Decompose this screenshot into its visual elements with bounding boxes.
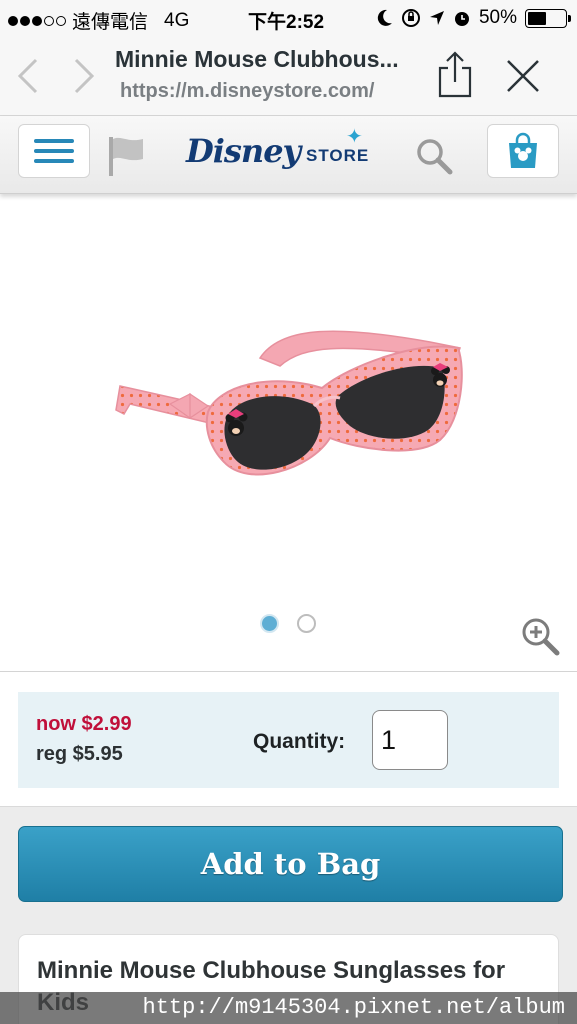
- divider: [0, 671, 577, 672]
- shopping-bag-icon[interactable]: [487, 124, 559, 178]
- logo-disney-text: Disney: [186, 132, 301, 170]
- quantity-input[interactable]: [372, 710, 448, 770]
- product-image[interactable]: [100, 310, 480, 500]
- status-bar: 遠傳電信 4G 下午2:52 50%: [0, 0, 577, 36]
- signal-strength-icon: [8, 15, 66, 26]
- sale-price: now $2.99: [36, 713, 132, 735]
- watermark-text: http://m9145304.pixnet.net/album: [0, 992, 577, 1024]
- page-url[interactable]: https://m.disneystore.com/: [120, 80, 375, 103]
- orientation-lock-icon: [401, 9, 420, 27]
- status-left: 遠傳電信 4G: [8, 7, 189, 34]
- disney-store-logo[interactable]: Disney STORE ✦: [186, 124, 396, 186]
- alarm-clock-icon: [454, 12, 469, 26]
- battery-icon: [525, 8, 571, 28]
- carousel-dot-1[interactable]: [260, 614, 279, 633]
- quantity-label: Quantity:: [253, 730, 346, 753]
- add-to-bag-label: Add to Bag: [200, 847, 381, 881]
- status-right: 50%: [377, 7, 571, 29]
- flag-icon[interactable]: [106, 134, 146, 178]
- page-title[interactable]: Minnie Mouse Clubhous...: [115, 46, 399, 73]
- zoom-in-icon[interactable]: [520, 616, 560, 656]
- price-quantity-panel: now $2.99 reg $5.95 Quantity:: [18, 692, 559, 788]
- moon-icon: [377, 9, 392, 26]
- chevron-right-icon[interactable]: [68, 56, 98, 96]
- sparkle-icon: ✦: [346, 126, 363, 148]
- logo-store-text: STORE: [306, 146, 370, 165]
- share-icon[interactable]: [437, 50, 473, 98]
- chevron-left-icon[interactable]: [14, 56, 44, 96]
- carousel-dot-2[interactable]: [297, 614, 316, 633]
- carrier-name: 遠傳電信: [72, 12, 149, 33]
- regular-price: reg $5.95: [36, 743, 123, 765]
- browser-toolbar: Minnie Mouse Clubhous... https://m.disne…: [0, 36, 577, 116]
- search-icon[interactable]: [414, 136, 454, 176]
- image-carousel-indicator: [260, 614, 316, 633]
- location-arrow-icon: [429, 11, 444, 25]
- close-icon[interactable]: [505, 58, 541, 94]
- hamburger-menu-icon[interactable]: [18, 124, 90, 178]
- status-time: 下午2:52: [248, 12, 325, 33]
- site-header: Disney STORE ✦: [0, 116, 577, 194]
- network-type: 4G: [164, 9, 190, 31]
- battery-percent: 50%: [478, 7, 517, 28]
- add-to-bag-button[interactable]: Add to Bag: [18, 826, 563, 902]
